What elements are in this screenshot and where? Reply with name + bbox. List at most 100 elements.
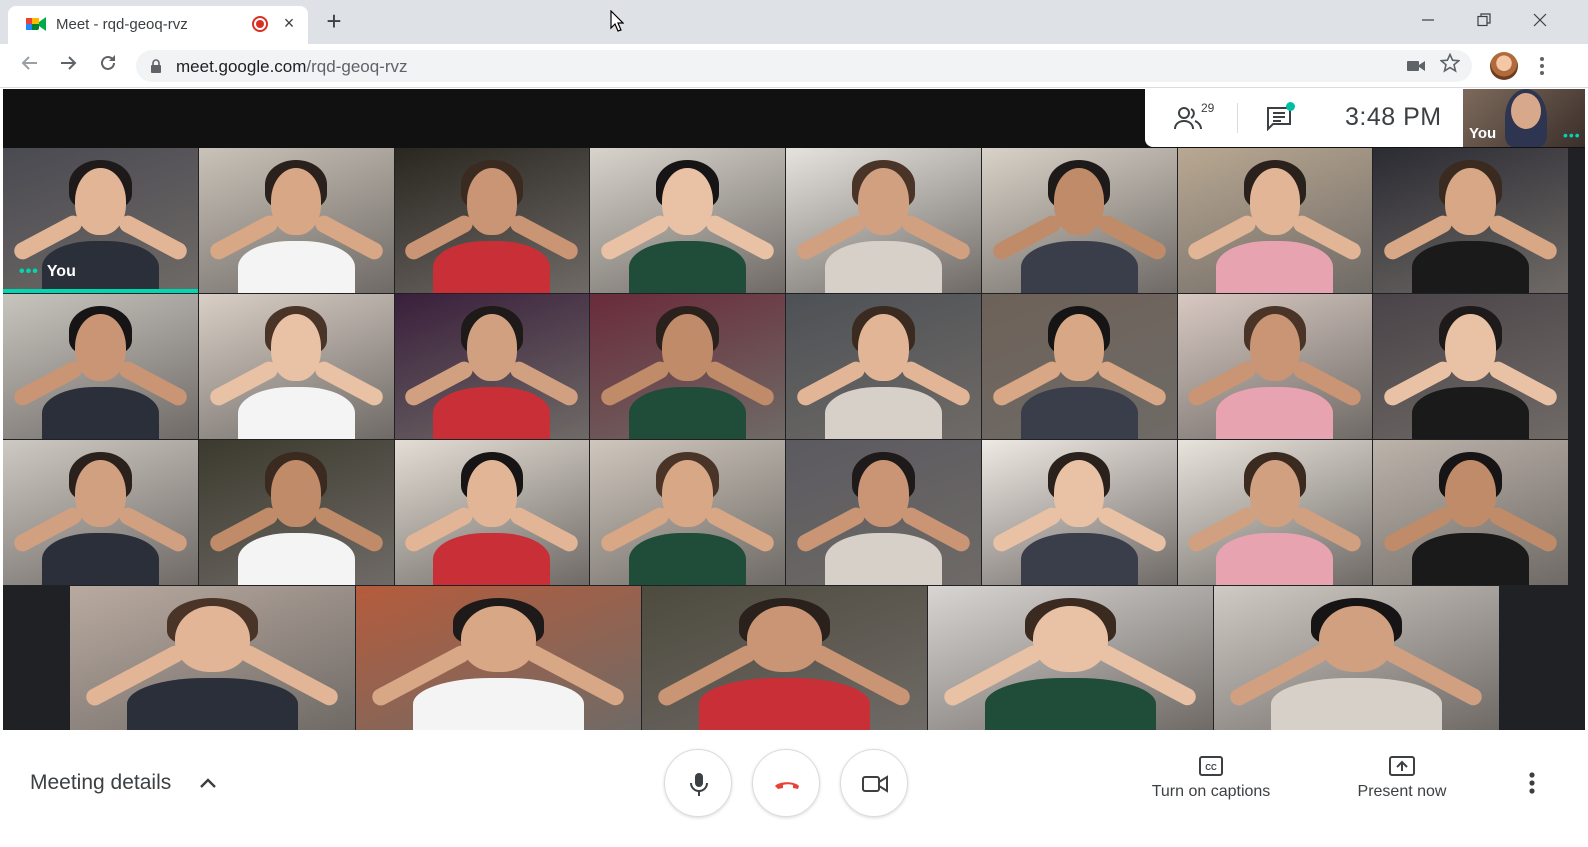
participant-body (433, 240, 551, 293)
bookmark-star-icon[interactable] (1440, 53, 1460, 73)
microphone-icon (690, 773, 708, 796)
present-screen-icon (1389, 756, 1415, 776)
browser-tab-meet[interactable]: Meet - rqd-geoq-rvz × (8, 6, 308, 44)
participant-tile[interactable] (394, 148, 590, 293)
close-icon (1533, 13, 1547, 27)
participant-tile[interactable] (356, 586, 641, 730)
participant-tile[interactable] (394, 294, 590, 439)
self-view-label: You (1469, 125, 1497, 142)
participant-face (75, 460, 126, 527)
participant-tile[interactable] (786, 294, 981, 439)
url-path: /rqd-geoq-rvz (306, 57, 408, 76)
closed-captions-icon: CC (1199, 756, 1223, 776)
participant-face (662, 460, 713, 527)
participant-body (433, 386, 551, 439)
participant-body (1216, 240, 1334, 293)
participant-face (75, 168, 126, 235)
participant-face (1033, 606, 1108, 673)
participant-tile[interactable] (3, 440, 198, 585)
participant-tile[interactable] (3, 294, 198, 439)
hang-up-icon (775, 782, 799, 789)
participant-tile[interactable] (981, 148, 1177, 293)
participant-tile[interactable] (1214, 586, 1499, 730)
participant-face (75, 314, 126, 381)
participant-tile[interactable] (786, 440, 981, 585)
participant-tile[interactable] (786, 148, 981, 293)
arrow-right-icon (61, 56, 77, 70)
participant-face (1053, 460, 1105, 527)
forward-button[interactable] (54, 52, 82, 80)
participant-face (175, 606, 250, 673)
microphone-button[interactable] (664, 749, 732, 817)
participant-tile[interactable] (590, 148, 785, 293)
participant-tile[interactable] (198, 148, 394, 293)
meeting-clock: 3:48 PM (1345, 103, 1442, 131)
participant-tile[interactable] (198, 294, 394, 439)
participant-body (237, 240, 355, 293)
speaking-indicator (3, 289, 198, 293)
participant-tile[interactable] (981, 294, 1177, 439)
self-tile-menu-icon[interactable]: ••• (19, 263, 39, 280)
tab-strip: Meet - rqd-geoq-rvz × + (0, 0, 1588, 44)
captions-button[interactable]: CC Turn on captions (1146, 755, 1276, 801)
participant-tile[interactable] (1373, 148, 1568, 293)
participant-tile[interactable] (1373, 294, 1568, 439)
google-meet-icon (26, 17, 46, 31)
participant-face (1445, 314, 1496, 381)
leave-call-button[interactable] (752, 749, 820, 817)
camera-in-use-icon[interactable] (1406, 58, 1426, 74)
participant-tile[interactable] (198, 440, 394, 585)
participant-body (237, 532, 355, 585)
close-window-button[interactable] (1520, 6, 1560, 36)
meeting-info-panel: 29 3:48 PM (1145, 89, 1463, 147)
participant-body (1216, 532, 1334, 585)
participant-tile[interactable] (590, 440, 785, 585)
participant-face (466, 314, 518, 381)
participant-body (237, 386, 355, 439)
minimize-window-button[interactable] (1408, 6, 1448, 36)
participant-tile[interactable] (642, 586, 927, 730)
participant-tile[interactable] (928, 586, 1213, 730)
participant-body (699, 678, 870, 730)
participant-face (270, 168, 322, 235)
participant-face (1053, 168, 1105, 235)
participant-body (433, 532, 551, 585)
chevron-up-icon[interactable] (198, 775, 218, 791)
people-icon[interactable] (1173, 105, 1203, 131)
participant-body (985, 678, 1156, 730)
participant-body (629, 240, 747, 293)
new-tab-button[interactable]: + (320, 8, 348, 36)
tab-close-icon[interactable]: × (278, 12, 300, 34)
more-options-icon[interactable] (1520, 769, 1544, 797)
participant-tile[interactable] (1177, 148, 1373, 293)
participant-face (466, 460, 518, 527)
participant-tile[interactable] (981, 440, 1177, 585)
profile-avatar[interactable] (1490, 52, 1518, 80)
participant-tile[interactable] (394, 440, 590, 585)
participant-body (41, 386, 159, 439)
present-now-button[interactable]: Present now (1352, 755, 1452, 801)
participant-body (824, 240, 942, 293)
panel-divider (1237, 103, 1238, 133)
meeting-details-button[interactable]: Meeting details (30, 771, 171, 795)
participant-tile[interactable] (1177, 440, 1373, 585)
participant-tile[interactable] (1177, 294, 1373, 439)
camera-button[interactable] (840, 749, 908, 817)
participant-count: 29 (1201, 101, 1215, 115)
restore-window-button[interactable] (1464, 6, 1504, 36)
participant-tile[interactable]: ••• You (3, 148, 198, 293)
participant-face (1249, 460, 1301, 527)
participant-body (629, 386, 747, 439)
self-view-tile[interactable]: You ••• (1463, 89, 1585, 147)
participant-tile[interactable] (70, 586, 355, 730)
browser-menu-icon[interactable] (1532, 54, 1552, 78)
participant-tile[interactable] (1373, 440, 1568, 585)
participant-face (1249, 168, 1301, 235)
reload-button[interactable] (94, 52, 122, 80)
back-button[interactable] (16, 52, 44, 80)
participant-tile[interactable] (590, 294, 785, 439)
participant-body (127, 678, 298, 730)
address-bar[interactable]: meet.google.com/rqd-geoq-rvz (136, 50, 1472, 82)
recording-indicator-icon (252, 16, 268, 32)
self-view-menu-icon[interactable]: ••• (1563, 127, 1581, 143)
